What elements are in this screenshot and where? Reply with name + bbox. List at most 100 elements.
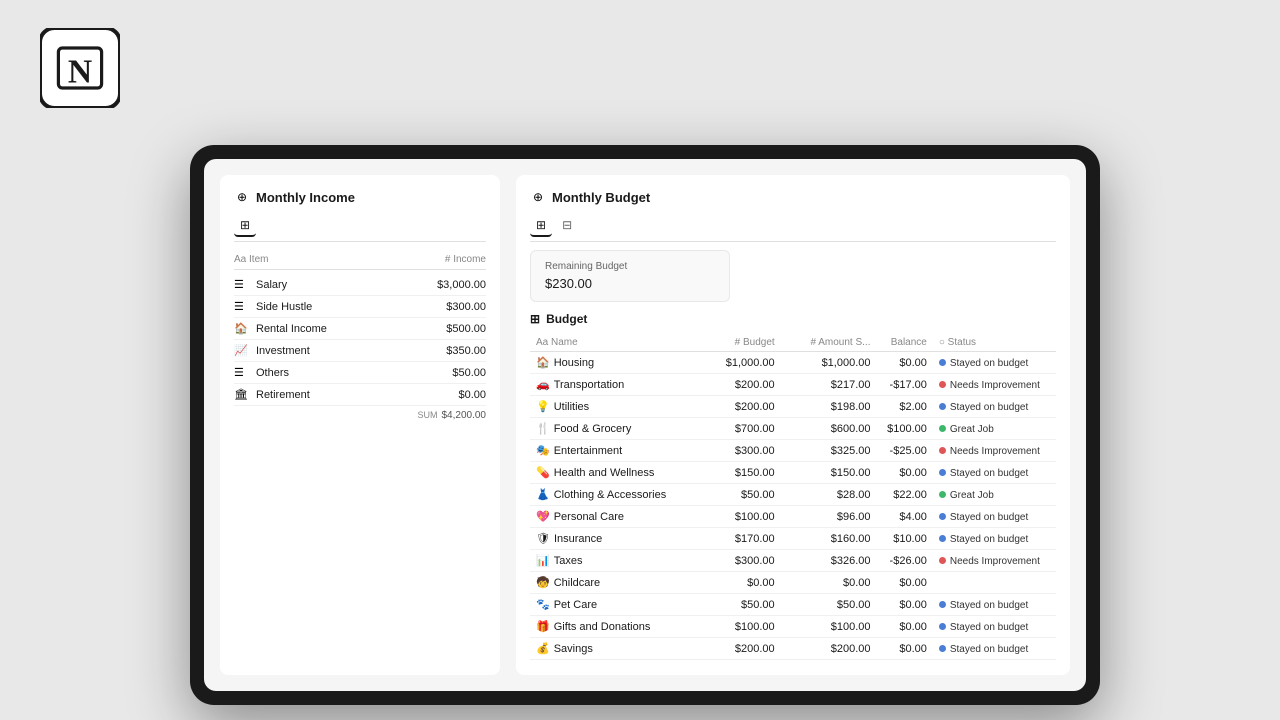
budget-row-status: Needs Improvement	[933, 374, 1056, 396]
budget-row-balance: $0.00	[877, 660, 933, 662]
budget-row-budget: $100.00	[685, 616, 781, 638]
income-row-value: $500.00	[416, 323, 486, 335]
budget-row: 👗 Clothing & Accessories $50.00 $28.00 $…	[530, 484, 1056, 506]
budget-row-status: Stayed on budget	[933, 616, 1056, 638]
budget-row-balance: $0.00	[877, 352, 933, 374]
income-sum-value: $4,200.00	[442, 410, 487, 421]
budget-row-budget: $700.00	[685, 418, 781, 440]
status-text: Stayed on budget	[950, 600, 1028, 611]
budget-row-status: Stayed on budget	[933, 352, 1056, 374]
budget-row-status	[933, 572, 1056, 594]
status-dot	[939, 513, 946, 520]
budget-row-budget: $50.00	[685, 594, 781, 616]
budget-row-icon: 🎁	[536, 620, 550, 633]
budget-row-balance: -$26.00	[877, 550, 933, 572]
budget-row-spent: $160.00	[781, 528, 877, 550]
income-panel-icon: ⊕	[234, 189, 250, 205]
status-dot	[939, 645, 946, 652]
budget-row-balance: $4.00	[877, 506, 933, 528]
budget-row-name: 🍴 Food & Grocery	[530, 418, 685, 440]
budget-row-budget: $200.00	[685, 638, 781, 660]
budget-row-spent: $326.00	[781, 550, 877, 572]
income-row-name: Rental Income	[256, 323, 416, 335]
budget-table-body: 🏠 Housing $1,000.00 $1,000.00 $0.00 Stay…	[530, 352, 1056, 662]
svg-text:N: N	[68, 53, 92, 90]
budget-row-name: 📈 Investment	[530, 660, 685, 662]
budget-row-name: 💊 Health and Wellness	[530, 462, 685, 484]
budget-row: 🎭 Entertainment $300.00 $325.00 -$25.00 …	[530, 440, 1056, 462]
status-dot	[939, 535, 946, 542]
income-row-icon: ☰	[234, 300, 252, 313]
budget-row: 💰 Savings $200.00 $200.00 $0.00 Stayed o…	[530, 638, 1056, 660]
budget-panel-header: ⊕ Monthly Budget	[530, 189, 1056, 205]
budget-row-spent: $1,000.00	[781, 352, 877, 374]
budget-panel-icon: ⊕	[530, 189, 546, 205]
budget-row-balance: $22.00	[877, 484, 933, 506]
income-row-name: Others	[256, 367, 416, 379]
budget-col-balance: Balance	[877, 334, 933, 352]
budget-name-cell: 🧒 Childcare	[536, 576, 679, 589]
budget-row-icon: 💊	[536, 466, 550, 479]
income-row: 🏠 Rental Income $500.00	[234, 318, 486, 340]
remaining-budget-box: Remaining Budget $230.00	[530, 250, 730, 302]
budget-name-cell: 💡 Utilities	[536, 400, 679, 413]
budget-row-balance: $0.00	[877, 594, 933, 616]
income-row-value: $50.00	[416, 367, 486, 379]
income-row-icon: ☰	[234, 278, 252, 291]
budget-row-spent: $28.00	[781, 484, 877, 506]
income-col-income: # Income	[354, 254, 486, 265]
budget-row-icon: 💖	[536, 510, 550, 523]
budget-row-spent: $198.00	[781, 396, 877, 418]
budget-row: 📊 Taxes $300.00 $326.00 -$26.00 Needs Im…	[530, 550, 1056, 572]
budget-row-name: 🧒 Childcare	[530, 572, 685, 594]
budget-name-cell: 🏠 Housing	[536, 356, 679, 369]
budget-row-status: Stayed on budget	[933, 638, 1056, 660]
budget-row-budget: $100.00	[685, 506, 781, 528]
income-sum-label: SUM	[418, 410, 438, 421]
budget-row-status: Needs Improvement	[933, 550, 1056, 572]
budget-row: 🎁 Gifts and Donations $100.00 $100.00 $0…	[530, 616, 1056, 638]
budget-row-balance: $0.00	[877, 462, 933, 484]
budget-row-icon: 🧒	[536, 576, 550, 589]
status-text: Needs Improvement	[950, 556, 1040, 567]
income-row-icon: 🏛	[234, 388, 252, 401]
income-row-name: Investment	[256, 345, 416, 357]
income-row: ☰ Others $50.00	[234, 362, 486, 384]
budget-name-cell: 👗 Clothing & Accessories	[536, 488, 679, 501]
status-text: Stayed on budget	[950, 402, 1028, 413]
budget-row: 🧒 Childcare $0.00 $0.00 $0.00	[530, 572, 1056, 594]
income-tab-grid[interactable]: ⊞	[234, 215, 256, 237]
budget-row-spent: $600.00	[781, 418, 877, 440]
status-dot	[939, 381, 946, 388]
budget-row-budget: $200.00	[685, 374, 781, 396]
budget-row-icon: 💰	[536, 642, 550, 655]
status-text: Stayed on budget	[950, 622, 1028, 633]
budget-row-balance: -$25.00	[877, 440, 933, 462]
budget-tab-bar: ⊞ ⊟	[530, 215, 1056, 242]
budget-tab-grid[interactable]: ⊞	[530, 215, 552, 237]
budget-row-icon: 📊	[536, 554, 550, 567]
budget-row-icon: 🎭	[536, 444, 550, 457]
budget-panel-inner: ⊕ Monthly Budget ⊞ ⊟ Remaining Budget $2…	[530, 189, 1056, 661]
budget-name-cell: 🎭 Entertainment	[536, 444, 679, 457]
budget-row: 📈 Investment $200.00 $200.00 $0.00 Staye…	[530, 660, 1056, 662]
tablet-frame: ⊕ Monthly Income ⊞ Aa Item # Income ☰ Sa…	[190, 145, 1100, 705]
budget-row-spent: $50.00	[781, 594, 877, 616]
budget-row-budget: $200.00	[685, 396, 781, 418]
budget-tab-gallery[interactable]: ⊟	[556, 215, 578, 237]
budget-row-status: Stayed on budget	[933, 594, 1056, 616]
budget-row: 🛡 Insurance $170.00 $160.00 $10.00 Staye…	[530, 528, 1056, 550]
budget-panel-title: Monthly Budget	[552, 190, 650, 205]
budget-row-spent: $200.00	[781, 638, 877, 660]
income-panel-title: Monthly Income	[256, 190, 355, 205]
budget-row: 🚗 Transportation $200.00 $217.00 -$17.00…	[530, 374, 1056, 396]
budget-row-budget: $200.00	[685, 660, 781, 662]
budget-row-status: Stayed on budget	[933, 396, 1056, 418]
budget-name-cell: 🐾 Pet Care	[536, 598, 679, 611]
budget-row-status: Stayed on budget	[933, 462, 1056, 484]
budget-row-balance: $2.00	[877, 396, 933, 418]
income-rows: ☰ Salary $3,000.00 ☰ Side Hustle $300.00…	[234, 274, 486, 406]
budget-row-budget: $50.00	[685, 484, 781, 506]
budget-name-cell: 🚗 Transportation	[536, 378, 679, 391]
budget-name-cell: 🎁 Gifts and Donations	[536, 620, 679, 633]
